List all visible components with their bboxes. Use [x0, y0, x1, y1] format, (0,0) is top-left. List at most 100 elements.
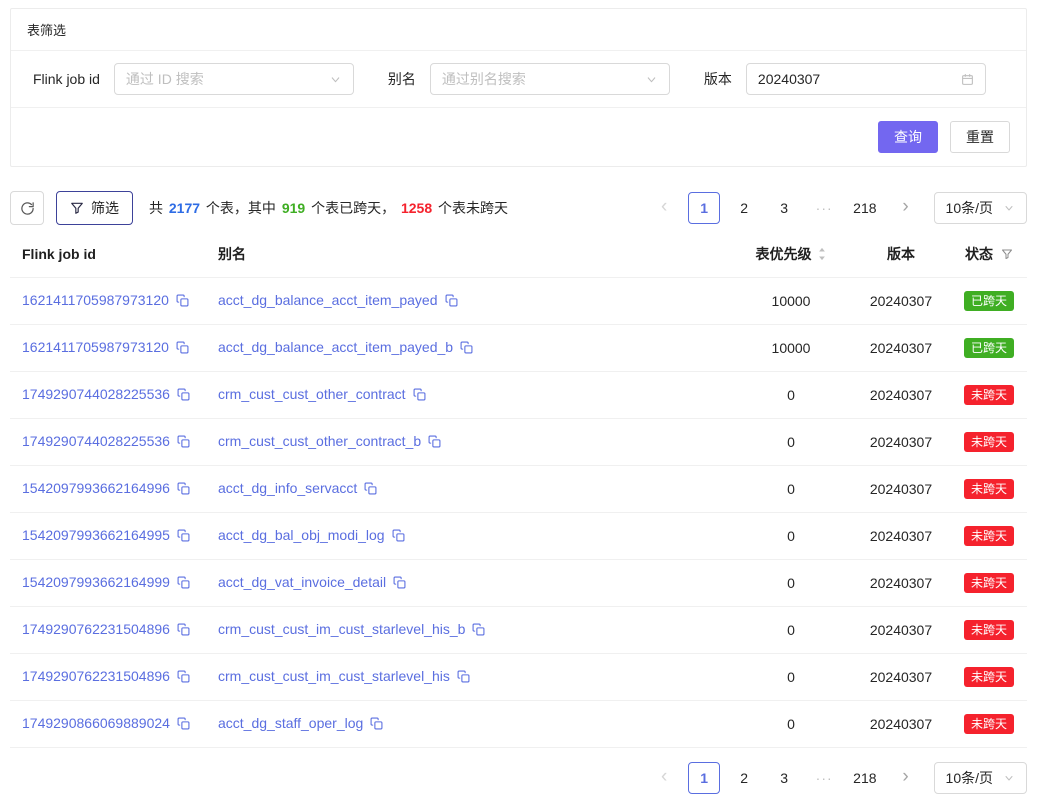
copy-icon[interactable] [457, 670, 470, 686]
status-badge: 已跨天 [964, 338, 1014, 358]
copy-icon[interactable] [177, 623, 190, 639]
priority-cell: 0 [731, 701, 851, 748]
alias-cell: acct_dg_vat_invoice_detail [206, 560, 731, 607]
flink-job-id-link[interactable]: 1542097993662164995 [22, 527, 170, 543]
copy-icon[interactable] [472, 623, 485, 639]
priority-cell: 0 [731, 466, 851, 513]
alias-cell: acct_dg_balance_acct_item_payed_b [206, 325, 731, 372]
status-cell: 已跨天 [951, 325, 1027, 372]
copy-icon[interactable] [364, 482, 377, 498]
copy-icon[interactable] [177, 717, 190, 733]
page-number-button[interactable]: 2 [728, 192, 760, 224]
copy-icon[interactable] [176, 341, 189, 357]
copy-icon[interactable] [177, 435, 190, 451]
flink-job-id-link[interactable]: 1621411705987973120 [22, 339, 169, 355]
alias-link[interactable]: crm_cust_cust_im_cust_starlevel_his [218, 668, 450, 684]
filter-button[interactable]: 筛选 [56, 191, 133, 225]
flink-job-id-cell: 1749290762231504896 [10, 607, 206, 654]
column-filter-icon[interactable] [1001, 247, 1013, 263]
copy-icon[interactable] [392, 529, 405, 545]
alias-link[interactable]: acct_dg_bal_obj_modi_log [218, 527, 385, 543]
alias-link[interactable]: acct_dg_balance_acct_item_payed_b [218, 339, 453, 355]
version-cell: 20240307 [851, 701, 951, 748]
alias-link[interactable]: crm_cust_cust_other_contract_b [218, 433, 421, 449]
priority-cell: 0 [731, 654, 851, 701]
column-header-priority[interactable]: 表优先级 [731, 231, 851, 278]
alias-cell: acct_dg_info_servacct [206, 466, 731, 513]
alias-link[interactable]: crm_cust_cust_im_cust_starlevel_his_b [218, 621, 465, 637]
flink-job-id-link[interactable]: 1542097993662164996 [22, 480, 170, 496]
flink-job-id-select[interactable]: 通过 ID 搜索 [114, 63, 354, 95]
copy-icon[interactable] [177, 576, 190, 592]
flink-job-id-link[interactable]: 1749290762231504896 [22, 621, 170, 637]
filter-button-label: 筛选 [91, 198, 119, 218]
table-row: 1749290744028225536 crm_cust_cust_other_… [10, 419, 1027, 466]
filter-controls: Flink job id 通过 ID 搜索 别名 通过别名搜索 版本 20240… [11, 51, 1026, 108]
alias-cell: crm_cust_cust_other_contract_b [206, 419, 731, 466]
copy-icon[interactable] [445, 294, 458, 310]
priority-cell: 0 [731, 372, 851, 419]
flink-job-id-link[interactable]: 1749290744028225536 [22, 386, 170, 402]
copy-icon[interactable] [177, 388, 190, 404]
flink-job-id-placeholder: 通过 ID 搜索 [126, 69, 204, 89]
status-cell: 未跨天 [951, 466, 1027, 513]
status-badge: 未跨天 [964, 432, 1014, 452]
flink-job-id-link[interactable]: 1542097993662164999 [22, 574, 170, 590]
flink-job-id-link[interactable]: 1749290866069889024 [22, 715, 170, 731]
flink-job-id-link[interactable]: 1749290744028225536 [22, 433, 170, 449]
page-number-button[interactable]: 218 [848, 192, 881, 224]
reset-button[interactable]: 重置 [950, 121, 1010, 153]
page: 表筛选 Flink job id 通过 ID 搜索 别名 通过别名搜索 版本 2… [0, 0, 1037, 806]
alias-link[interactable]: crm_cust_cust_other_contract [218, 386, 406, 402]
copy-icon[interactable] [393, 576, 406, 592]
flink-job-id-link[interactable]: 1749290762231504896 [22, 668, 170, 684]
alias-link[interactable]: acct_dg_info_servacct [218, 480, 357, 496]
version-cell: 20240307 [851, 654, 951, 701]
page-number-button[interactable]: 1 [688, 192, 720, 224]
priority-cell: 0 [731, 560, 851, 607]
table-body: 1621411705987973120 acct_dg_balance_acct… [10, 278, 1027, 748]
table-toolbar: 筛选 共 2177 个表，其中 919 个表已跨天， 1258 个表未跨天 ‹ … [10, 191, 1027, 225]
table-row: 1621411705987973120 acct_dg_balance_acct… [10, 278, 1027, 325]
table-row: 1621411705987973120 acct_dg_balance_acct… [10, 325, 1027, 372]
status-badge: 已跨天 [964, 291, 1014, 311]
page-number-button[interactable]: ··· [808, 192, 840, 224]
alias-link[interactable]: acct_dg_vat_invoice_detail [218, 574, 386, 590]
refresh-button[interactable] [10, 191, 44, 225]
page-size-select[interactable]: 10条/页 [934, 192, 1027, 224]
page-number-button[interactable]: 3 [768, 192, 800, 224]
funnel-icon [70, 201, 84, 215]
sorter-icon[interactable] [817, 247, 827, 264]
column-header-status[interactable]: 状态 [951, 231, 1027, 278]
version-label: 版本 [704, 69, 732, 89]
version-date-input[interactable]: 20240307 [746, 63, 986, 95]
next-page-button[interactable]: › [890, 192, 922, 224]
column-header-status-label: 状态 [965, 246, 993, 262]
copy-icon[interactable] [177, 482, 190, 498]
query-button[interactable]: 查询 [878, 121, 938, 153]
copy-icon[interactable] [176, 294, 189, 310]
version-cell: 20240307 [851, 560, 951, 607]
table-row: 1749290866069889024 acct_dg_staff_oper_l… [10, 701, 1027, 748]
status-badge: 未跨天 [964, 667, 1014, 687]
copy-icon[interactable] [177, 529, 190, 545]
copy-icon[interactable] [428, 435, 441, 451]
chevron-down-icon [645, 73, 658, 86]
version-cell: 20240307 [851, 513, 951, 560]
copy-icon[interactable] [460, 341, 473, 357]
flink-job-id-link[interactable]: 1621411705987973120 [22, 292, 169, 308]
copy-icon[interactable] [370, 717, 383, 733]
copy-icon[interactable] [177, 670, 190, 686]
summary-part: 个表未跨天 [434, 200, 508, 216]
copy-icon[interactable] [413, 388, 426, 404]
uncrossed-count: 1258 [401, 200, 432, 216]
prev-page-button[interactable]: ‹ [648, 192, 680, 224]
alias-link[interactable]: acct_dg_balance_acct_item_payed [218, 292, 438, 308]
crossed-count: 919 [282, 200, 305, 216]
priority-cell: 10000 [731, 325, 851, 372]
priority-cell: 0 [731, 607, 851, 654]
status-cell: 未跨天 [951, 372, 1027, 419]
alias-placeholder: 通过别名搜索 [442, 69, 526, 89]
alias-select[interactable]: 通过别名搜索 [430, 63, 670, 95]
alias-link[interactable]: acct_dg_staff_oper_log [218, 715, 363, 731]
